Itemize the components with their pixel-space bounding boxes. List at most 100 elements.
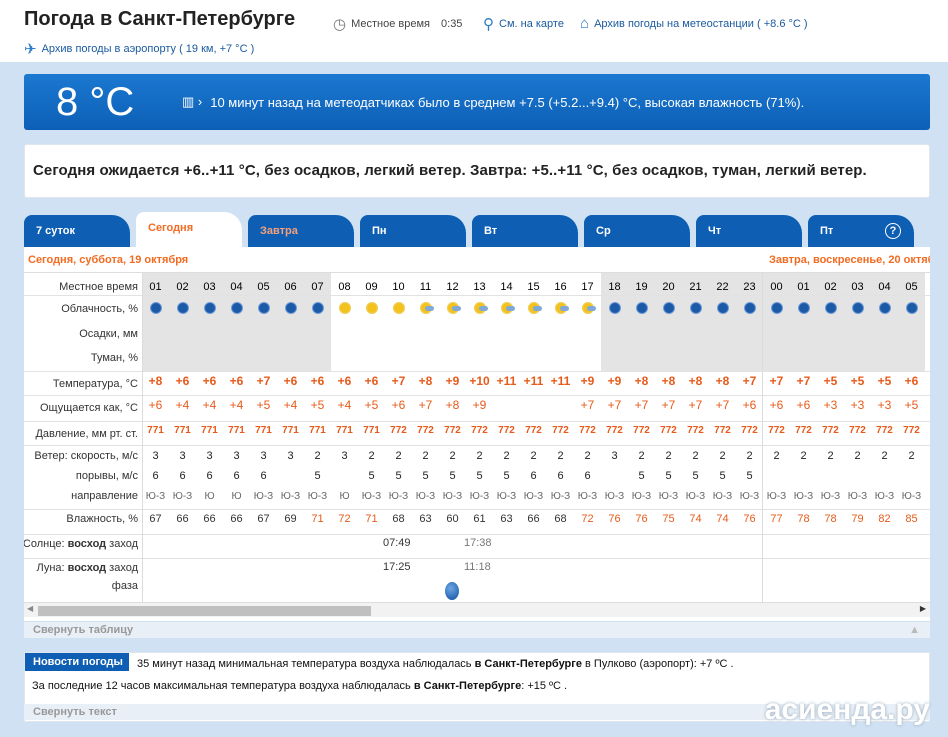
direction-cell: Ю-З: [415, 491, 436, 502]
wind-cell: 3: [260, 450, 267, 462]
map-link[interactable]: ⚲ См. на карте: [483, 15, 564, 33]
direction-cell: Ю-З: [307, 491, 328, 502]
tab-label[interactable]: Завтра: [260, 225, 298, 237]
temp-cell: +6: [310, 374, 325, 388]
row-label: Туман, %: [90, 352, 138, 364]
moon-icon: [196, 302, 223, 317]
tab-3[interactable]: Пн: [360, 215, 466, 247]
pressure-cell: 771: [282, 425, 299, 436]
airport-archive-link[interactable]: ✈ Архив погоды в аэропорту ( 19 км, +7 °…: [24, 40, 254, 58]
temp-cell: +6: [283, 374, 298, 388]
temp-cell: +9: [580, 374, 595, 388]
collapse-up-icon[interactable]: ▲: [909, 624, 920, 636]
tab-label[interactable]: Ср: [596, 225, 611, 237]
humidity-cell: 71: [311, 513, 324, 525]
help-icon[interactable]: ?: [885, 223, 901, 239]
news-line-2-city[interactable]: в Санкт-Петербурге: [414, 680, 521, 692]
hour-cell: 09: [365, 281, 378, 293]
moon-icon: [149, 302, 162, 314]
map-pin-icon: ⚲: [483, 16, 494, 33]
cloud-icon: [533, 306, 542, 311]
moon-icon: [763, 302, 790, 317]
temp-cell: +11: [523, 374, 544, 388]
collapse-text-label[interactable]: Свернуть текст: [33, 706, 117, 718]
feels-cell: +6: [769, 398, 784, 412]
row-label: Ветер: скорость, м/с: [34, 450, 138, 462]
tab-0[interactable]: 7 суток: [24, 215, 130, 247]
direction-cell: Ю-З: [496, 491, 517, 502]
sun-cloud-icon: [547, 302, 574, 317]
moon-icon: [635, 302, 648, 314]
temp-cell: +7: [796, 374, 811, 388]
row-label-part: восход: [67, 562, 107, 574]
news-line-1-city[interactable]: в Санкт-Петербурге: [475, 658, 582, 670]
humidity-cell: 69: [284, 513, 297, 525]
humidity-cell: 66: [230, 513, 243, 525]
tab-label[interactable]: Чт: [708, 225, 721, 237]
tab-7[interactable]: Пт?: [808, 215, 914, 247]
feels-cell: +4: [337, 398, 352, 412]
tab-1[interactable]: Сегодня: [136, 212, 242, 247]
wind-cell: 2: [503, 450, 510, 462]
pressure-cell: 771: [147, 425, 164, 436]
pressure-cell: 772: [903, 425, 920, 436]
direction-cell: Ю-З: [577, 491, 598, 502]
pressure-cell: 772: [741, 425, 758, 436]
humidity-cell: 76: [635, 513, 648, 525]
hour-cell: 11: [419, 281, 432, 293]
hour-cell: 04: [230, 281, 243, 293]
humidity-cell: 76: [743, 513, 756, 525]
humidity-cell: 68: [554, 513, 567, 525]
wind-cell: 2: [854, 450, 861, 462]
tab-label[interactable]: Пт: [820, 225, 833, 237]
tab-label[interactable]: Пн: [372, 225, 387, 237]
wind-cell: 2: [692, 450, 699, 462]
scroll-left-icon[interactable]: ◀: [27, 604, 33, 613]
direction-cell: Ю-З: [280, 491, 301, 502]
hourly-table: Сегодня, суббота, 19 октября Завтра, вос…: [24, 247, 930, 621]
cloud-icon: [425, 306, 434, 311]
clock-icon: ◷: [333, 16, 347, 33]
tab-4[interactable]: Вт: [472, 215, 578, 247]
temp-cell: +6: [175, 374, 190, 388]
direction-cell: Ю-З: [658, 491, 679, 502]
direction-cell: Ю-З: [253, 491, 274, 502]
temp-cell: +11: [550, 374, 571, 388]
moon-icon: [284, 302, 297, 314]
pressure-cell: 772: [849, 425, 866, 436]
wind-cell: 3: [206, 450, 213, 462]
wind-cell: 2: [368, 450, 375, 462]
direction-cell: Ю-З: [847, 491, 868, 502]
hour-cell: 03: [851, 281, 864, 293]
cloud-icon: [587, 306, 596, 311]
scroll-right-icon[interactable]: ▶: [920, 604, 926, 613]
station-archive-text[interactable]: Архив погоды на метеостанции ( +8.6 °C ): [594, 18, 808, 30]
station-archive-link[interactable]: ⌂ Архив погоды на метеостанции ( +8.6 °C…: [580, 15, 808, 32]
humidity-cell: 72: [338, 513, 351, 525]
airport-archive-text[interactable]: Архив погоды в аэропорту ( 19 км, +7 °C …: [42, 43, 255, 55]
pressure-cell: 772: [660, 425, 677, 436]
tab-2[interactable]: Завтра: [248, 215, 354, 247]
tab-label[interactable]: 7 суток: [36, 225, 75, 237]
collapse-table-button[interactable]: Свернуть таблицу ▲: [24, 622, 930, 638]
tab-label[interactable]: Вт: [484, 225, 497, 237]
feels-cell: +9: [472, 398, 487, 412]
horizontal-scrollbar[interactable]: ◀ ▶: [24, 602, 930, 617]
tab-5[interactable]: Ср: [584, 215, 690, 247]
collapse-table-label[interactable]: Свернуть таблицу: [33, 624, 133, 636]
moonrise-time: 17:25: [383, 561, 411, 573]
tab-label[interactable]: Сегодня: [148, 222, 193, 234]
feels-cell: +7: [607, 398, 622, 412]
direction-cell: Ю: [339, 491, 350, 502]
hour-cell: 13: [473, 281, 486, 293]
hour-cell: 22: [716, 281, 729, 293]
wind-cell: 3: [152, 450, 159, 462]
tab-6[interactable]: Чт: [696, 215, 802, 247]
direction-cell: Ю-З: [361, 491, 382, 502]
date-bar: Сегодня, суббота, 19 октября Завтра, вос…: [24, 247, 930, 273]
scrollbar-thumb[interactable]: [38, 606, 371, 616]
row-label-part: Луна:: [36, 562, 65, 574]
map-link-text[interactable]: См. на карте: [499, 18, 564, 30]
pressure-cell: 772: [822, 425, 839, 436]
news-tab[interactable]: Новости погоды: [25, 653, 129, 671]
